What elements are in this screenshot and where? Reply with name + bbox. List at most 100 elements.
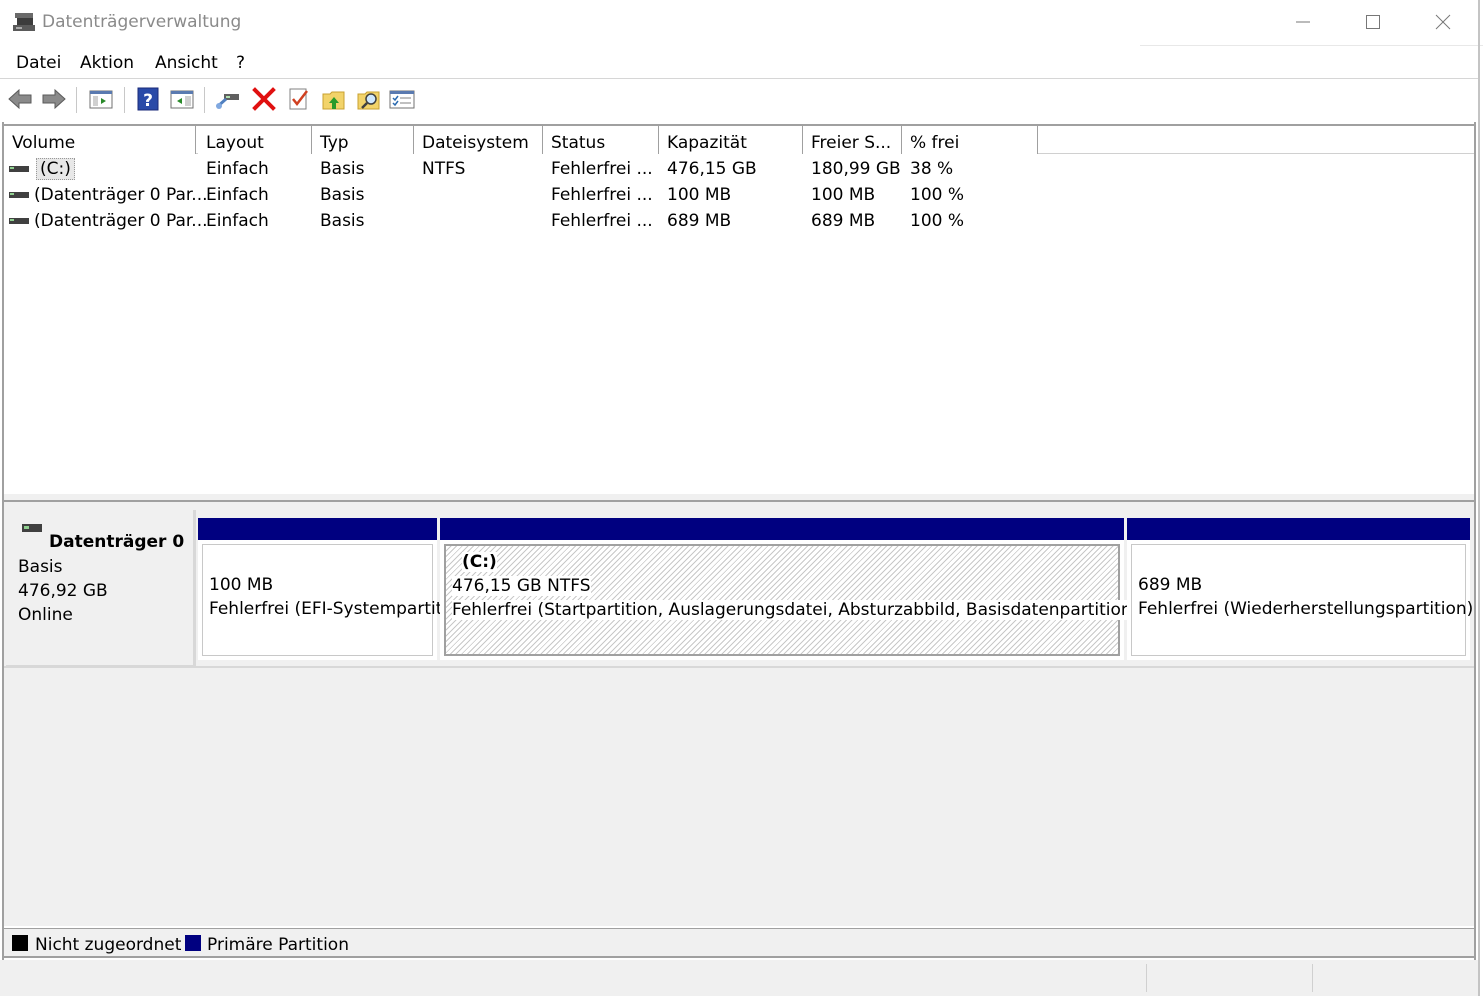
forward-button[interactable] [40, 85, 68, 113]
status-cell: Fehlerfrei ... [551, 211, 653, 231]
settings-list-button[interactable] [388, 85, 416, 113]
volume-icon [9, 218, 29, 224]
frei-cell: 180,99 GB [811, 159, 901, 179]
partition-bar [440, 518, 1124, 540]
frame-border-right [1474, 122, 1476, 962]
column-header-freier-speicher[interactable]: Freier S... [803, 126, 902, 154]
partition-size: 100 MB [209, 575, 274, 595]
menu-datei[interactable]: Datei [16, 53, 61, 73]
minimize-icon [1296, 21, 1310, 23]
minimize-button[interactable] [1268, 0, 1338, 45]
status-cell: Fehlerfrei ... [551, 185, 653, 205]
disk-management-app-icon [13, 11, 37, 33]
partition-body-selected: (C:) 476,15 GB NTFS Fehlerfrei (Startpar… [444, 544, 1139, 656]
menu-help[interactable]: ? [236, 53, 245, 73]
delete-button[interactable] [250, 85, 278, 113]
partition-title: (C:) [462, 552, 497, 572]
connect-drive-button[interactable] [214, 85, 242, 113]
partition-size: 476,15 GB NTFS [452, 576, 591, 596]
maximize-icon [1366, 15, 1380, 29]
layout-cell: Einfach [206, 159, 269, 179]
partition-body: 689 MB Fehlerfrei (Wiederherstellungspar… [1131, 544, 1473, 656]
toolbar: ? [0, 80, 1478, 118]
console-tree-button[interactable] [87, 85, 115, 113]
properties-pane-button[interactable] [168, 85, 196, 113]
legend-swatch-primary [185, 935, 201, 951]
close-button[interactable] [1408, 0, 1478, 45]
delete-icon [252, 87, 276, 111]
toolbar-separator [76, 87, 77, 113]
kapazitaet-cell: 100 MB [667, 185, 732, 205]
partition-status: Fehlerfrei (Startpartition, Auslagerungs… [452, 600, 1139, 620]
status-bar [0, 960, 1478, 996]
title-bar: Datenträgerverwaltung [0, 0, 1483, 46]
settings-list-icon [389, 90, 415, 109]
volume-icon [9, 166, 29, 172]
layout-cell: Einfach [206, 185, 269, 205]
column-header-prozent-frei[interactable]: % frei [902, 126, 1038, 154]
status-bar-separator [1146, 964, 1147, 992]
status-cell: Fehlerfrei ... [551, 159, 653, 179]
legend: Nicht zugeordnet Primäre Partition [4, 928, 1474, 958]
properties-pane-icon [170, 90, 194, 109]
disk-graphical-pane: Datenträger 0 Basis 476,92 GB Online 100… [4, 502, 1474, 926]
disk-size: 476,92 GB [18, 581, 108, 601]
title-separator [1140, 45, 1483, 46]
checkmark-document-icon [289, 88, 308, 110]
column-header-status[interactable]: Status [543, 126, 659, 154]
check-document-button[interactable] [285, 85, 313, 113]
dateisystem-cell: NTFS [422, 159, 466, 179]
help-button[interactable]: ? [134, 85, 162, 113]
menu-ansicht[interactable]: Ansicht [155, 53, 218, 73]
back-arrow-icon [8, 88, 32, 110]
partition-efi[interactable]: 100 MB Fehlerfrei (EFI-Systempartit [198, 518, 442, 660]
volume-name: (Datenträger 0 Par... [34, 185, 208, 205]
disk-info-panel[interactable]: Datenträger 0 Basis 476,92 GB Online [6, 510, 196, 668]
prozent-frei-cell: 38 % [910, 159, 954, 179]
column-header-dateisystem[interactable]: Dateisystem [414, 126, 543, 154]
table-row[interactable]: (Datenträger 0 Par... Einfach Basis Fehl… [4, 209, 1474, 234]
disk-icon [22, 524, 42, 532]
frei-cell: 689 MB [811, 211, 876, 231]
partition-recovery[interactable]: 689 MB Fehlerfrei (Wiederherstellungspar… [1127, 518, 1473, 660]
column-header-layout[interactable]: Layout [198, 126, 312, 154]
prozent-frei-cell: 100 % [910, 185, 965, 205]
console-tree-icon [89, 90, 113, 109]
table-row[interactable]: (C:) Einfach Basis NTFS Fehlerfrei ... 4… [4, 157, 1474, 182]
folder-up-icon [322, 91, 345, 110]
menu-bar: Datei Aktion Ansicht ? [0, 48, 1483, 78]
partition-body: 100 MB Fehlerfrei (EFI-Systempartit [202, 544, 442, 656]
partition-status: Fehlerfrei (EFI-Systempartit [209, 599, 443, 619]
svg-text:?: ? [143, 91, 153, 111]
folder-up-button[interactable] [320, 85, 348, 113]
typ-cell: Basis [320, 185, 365, 205]
help-icon: ? [137, 87, 159, 111]
prozent-frei-cell: 100 % [910, 211, 965, 231]
close-icon [1435, 14, 1451, 30]
menu-divider [0, 78, 1478, 79]
column-header-typ[interactable]: Typ [312, 126, 414, 154]
column-header-kapazitaet[interactable]: Kapazität [659, 126, 803, 154]
legend-swatch-unallocated [12, 935, 28, 951]
back-button[interactable] [6, 85, 34, 113]
typ-cell: Basis [320, 159, 365, 179]
partition-c[interactable]: (C:) 476,15 GB NTFS Fehlerfrei (Startpar… [440, 518, 1139, 660]
column-header-volume[interactable]: Volume [4, 126, 196, 154]
connect-drive-icon [216, 94, 239, 109]
kapazitaet-cell: 689 MB [667, 211, 732, 231]
layout-cell: Einfach [206, 211, 269, 231]
folder-search-button[interactable] [355, 85, 383, 113]
window-title: Datenträgerverwaltung [42, 12, 242, 32]
volume-list[interactable]: Volume Layout Typ Dateisystem Status Kap… [4, 124, 1474, 494]
volume-name: (C:) [36, 158, 75, 180]
forward-arrow-icon [42, 88, 66, 110]
window-border [1478, 0, 1480, 996]
volume-list-header: Volume Layout Typ Dateisystem Status Kap… [4, 126, 1474, 154]
disk-name: Datenträger 0 [49, 532, 185, 552]
status-bar-separator [1312, 964, 1313, 992]
pane-splitter[interactable] [4, 494, 1474, 502]
table-row[interactable]: (Datenträger 0 Par... Einfach Basis Fehl… [4, 183, 1474, 208]
volume-name: (Datenträger 0 Par... [34, 211, 208, 231]
maximize-button[interactable] [1338, 0, 1408, 45]
menu-aktion[interactable]: Aktion [80, 53, 134, 73]
